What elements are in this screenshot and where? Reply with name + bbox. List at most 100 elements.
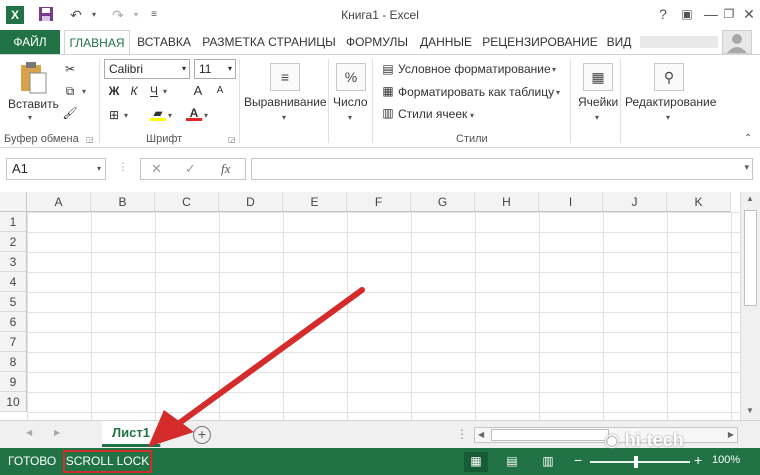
- editing-button[interactable]: Редактирование: [625, 95, 716, 109]
- vertical-scrollbar[interactable]: ▲ ▼: [740, 192, 760, 420]
- font-size-select[interactable]: 11 ▾: [194, 59, 236, 79]
- tab-review[interactable]: РЕЦЕНЗИРОВАНИЕ: [480, 30, 600, 54]
- font-launcher-icon[interactable]: ◲: [228, 135, 236, 144]
- chevron-down-icon[interactable]: ▾: [556, 88, 560, 97]
- fill-color-icon[interactable]: ▰: [150, 105, 166, 121]
- number-format-icon[interactable]: %: [336, 63, 366, 91]
- copy-dropdown-icon[interactable]: ▾: [82, 87, 86, 96]
- alignment-dropdown-icon[interactable]: ▾: [282, 113, 286, 122]
- paste-icon[interactable]: [18, 61, 48, 95]
- page-layout-view-icon[interactable]: ▤: [500, 452, 524, 472]
- column-header[interactable]: I: [539, 192, 603, 212]
- paste-button[interactable]: Вставить: [8, 97, 59, 111]
- number-button[interactable]: Число: [333, 95, 368, 109]
- collapse-ribbon-icon[interactable]: ⌃: [744, 133, 752, 144]
- row-header[interactable]: 8: [0, 352, 27, 372]
- scroll-down-icon[interactable]: ▼: [746, 406, 754, 415]
- scroll-right-icon[interactable]: ▶: [728, 430, 734, 439]
- row-header[interactable]: 5: [0, 292, 27, 312]
- formula-bar-grip-icon[interactable]: ⋮: [118, 162, 128, 176]
- scroll-left-icon[interactable]: ◀: [478, 430, 484, 439]
- cut-icon[interactable]: ✂: [62, 61, 78, 77]
- row-header[interactable]: 10: [0, 392, 27, 412]
- increase-font-button[interactable]: A: [190, 83, 206, 99]
- tab-data[interactable]: ДАННЫЕ: [416, 30, 476, 54]
- zoom-in-button[interactable]: +: [694, 452, 702, 468]
- row-header[interactable]: 7: [0, 332, 27, 352]
- row-header[interactable]: 1: [0, 212, 27, 232]
- column-header[interactable]: F: [347, 192, 411, 212]
- zoom-out-button[interactable]: −: [574, 452, 582, 468]
- enter-icon[interactable]: ✓: [185, 161, 196, 177]
- clipboard-launcher-icon[interactable]: ◲: [86, 135, 94, 144]
- tab-home[interactable]: ГЛАВНАЯ: [64, 30, 130, 55]
- insert-function-icon[interactable]: fx: [221, 161, 230, 177]
- column-header[interactable]: G: [411, 192, 475, 212]
- bold-button[interactable]: Ж: [106, 83, 122, 99]
- binoculars-icon[interactable]: ⚲: [654, 63, 684, 91]
- chevron-down-icon[interactable]: ▾: [470, 111, 474, 120]
- alignment-button[interactable]: Выравнивание: [244, 95, 327, 109]
- next-sheet-icon[interactable]: ▶: [54, 428, 60, 437]
- restore-icon[interactable]: ❐: [718, 5, 740, 25]
- format-as-table-icon[interactable]: ▦: [380, 83, 396, 99]
- cancel-icon[interactable]: ✕: [151, 161, 162, 177]
- name-box[interactable]: A1 ▾: [6, 158, 106, 180]
- column-header[interactable]: D: [219, 192, 283, 212]
- font-name-select[interactable]: Calibri ▾: [104, 59, 190, 79]
- format-painter-icon[interactable]: 🖌: [62, 105, 78, 121]
- italic-button[interactable]: К: [126, 83, 142, 99]
- scroll-up-icon[interactable]: ▲: [746, 194, 754, 203]
- normal-view-icon[interactable]: ▦: [464, 452, 488, 472]
- column-header[interactable]: K: [667, 192, 731, 212]
- ribbon-options-icon[interactable]: ▣: [676, 5, 698, 25]
- editing-dropdown-icon[interactable]: ▾: [666, 113, 670, 122]
- row-header[interactable]: 9: [0, 372, 27, 392]
- underline-button[interactable]: Ч: [146, 83, 162, 99]
- column-header[interactable]: J: [603, 192, 667, 212]
- cells-button[interactable]: Ячейки: [578, 95, 618, 109]
- tab-formulas[interactable]: ФОРМУЛЫ: [342, 30, 412, 54]
- column-header[interactable]: E: [283, 192, 347, 212]
- vertical-scroll-thumb[interactable]: [744, 210, 757, 306]
- prev-sheet-icon[interactable]: ◀: [26, 428, 32, 437]
- cell-styles-button[interactable]: Стили ячеек: [398, 107, 467, 121]
- tab-view[interactable]: ВИД: [604, 30, 634, 54]
- column-header[interactable]: B: [91, 192, 155, 212]
- tab-split-grip-icon[interactable]: ⋮: [456, 427, 468, 441]
- row-header[interactable]: 2: [0, 232, 27, 252]
- paste-dropdown-icon[interactable]: ▾: [28, 113, 32, 122]
- number-dropdown-icon[interactable]: ▾: [348, 113, 352, 122]
- copy-icon[interactable]: ⧉: [62, 83, 78, 99]
- cell-area[interactable]: [27, 212, 740, 420]
- help-icon[interactable]: ?: [652, 5, 674, 25]
- conditional-format-icon[interactable]: ▤: [380, 61, 396, 77]
- select-all-button[interactable]: [0, 192, 27, 212]
- row-header[interactable]: 3: [0, 252, 27, 272]
- font-color-icon[interactable]: A: [186, 105, 202, 121]
- underline-dropdown-icon[interactable]: ▾: [163, 87, 167, 96]
- borders-dropdown-icon[interactable]: ▾: [124, 111, 128, 120]
- expand-formula-bar-icon[interactable]: ▾: [744, 162, 749, 173]
- worksheet-grid[interactable]: ABCDEFGHIJK 1 2 3 4 5 6 7 8 9 10: [0, 192, 740, 420]
- zoom-level[interactable]: 100%: [712, 454, 740, 466]
- alignment-icon[interactable]: ≡: [270, 63, 300, 91]
- conditional-format-button[interactable]: Условное форматирование: [398, 62, 551, 76]
- format-as-table-button[interactable]: Форматировать как таблицу: [398, 85, 554, 99]
- fill-color-dropdown-icon[interactable]: ▾: [168, 111, 172, 120]
- column-header[interactable]: C: [155, 192, 219, 212]
- close-icon[interactable]: ✕: [738, 5, 760, 25]
- decrease-font-button[interactable]: A: [212, 83, 228, 99]
- tab-insert[interactable]: ВСТАВКА: [133, 30, 195, 54]
- cells-icon[interactable]: ▦: [583, 63, 613, 91]
- column-header[interactable]: A: [27, 192, 91, 212]
- formula-input[interactable]: ▾: [251, 158, 753, 180]
- zoom-slider[interactable]: [590, 461, 690, 463]
- horizontal-scroll-thumb[interactable]: [491, 429, 609, 441]
- page-break-view-icon[interactable]: ▥: [536, 452, 560, 472]
- tab-file[interactable]: ФАЙЛ: [0, 30, 60, 54]
- zoom-slider-thumb[interactable]: [634, 456, 638, 468]
- cell-styles-icon[interactable]: ▥: [380, 105, 396, 121]
- row-header[interactable]: 4: [0, 272, 27, 292]
- avatar[interactable]: [722, 30, 752, 54]
